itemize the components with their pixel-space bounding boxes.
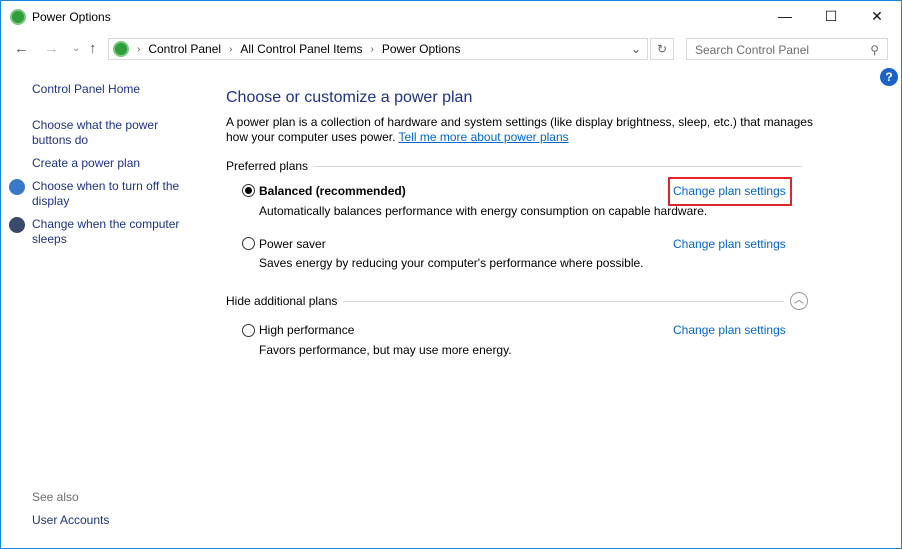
back-button[interactable]: ← bbox=[14, 38, 29, 60]
power-saver-radio[interactable] bbox=[242, 237, 255, 250]
forward-button[interactable]: → bbox=[44, 38, 59, 60]
sleep-link[interactable]: Change when the computer sleeps bbox=[32, 217, 192, 247]
power-buttons-link[interactable]: Choose what the power buttons do bbox=[32, 118, 172, 148]
maximize-button[interactable]: ☐ bbox=[808, 0, 854, 32]
preferred-plans-group: Preferred plans bbox=[226, 159, 802, 173]
sleep-icon bbox=[9, 217, 25, 233]
hide-additional-plans-label[interactable]: Hide additional plans bbox=[226, 294, 337, 308]
plan-name[interactable]: High performance bbox=[259, 323, 354, 337]
change-plan-settings-link[interactable]: Change plan settings bbox=[673, 237, 786, 251]
high-performance-radio[interactable] bbox=[242, 324, 255, 337]
window-title: Power Options bbox=[32, 10, 111, 24]
power-options-icon bbox=[10, 9, 26, 25]
plan-description: Saves energy by reducing your computer's… bbox=[259, 256, 644, 270]
address-bar[interactable]: › Control Panel › All Control Panel Items … bbox=[108, 38, 648, 60]
plan-description: Favors performance, but may use more ene… bbox=[259, 343, 512, 357]
highlight-box bbox=[668, 177, 792, 206]
page-title: Choose or customize a power plan bbox=[226, 89, 473, 106]
turn-off-display-link[interactable]: Choose when to turn off the display bbox=[32, 179, 192, 209]
up-button[interactable]: ↑ bbox=[89, 38, 97, 60]
change-plan-settings-link[interactable]: Change plan settings bbox=[673, 323, 786, 337]
additional-plans-group: Hide additional plans ︿ bbox=[226, 292, 808, 310]
breadcrumb-control-panel[interactable]: Control Panel bbox=[148, 42, 221, 56]
control-panel-home-link[interactable]: Control Panel Home bbox=[32, 82, 202, 97]
plan-description: Automatically balances performance with … bbox=[259, 204, 708, 218]
title-bar: Power Options bbox=[10, 8, 111, 26]
preferred-plans-label: Preferred plans bbox=[226, 159, 309, 173]
breadcrumb-power-options[interactable]: Power Options bbox=[382, 42, 461, 56]
search-placeholder: Search Control Panel bbox=[695, 43, 810, 57]
minimize-button[interactable]: — bbox=[762, 0, 808, 32]
tell-me-more-link[interactable]: Tell me more about power plans bbox=[399, 130, 569, 144]
plan-name[interactable]: Balanced (recommended) bbox=[259, 184, 406, 198]
search-input[interactable]: Search Control Panel ⚲ bbox=[686, 38, 888, 60]
recent-locations-button[interactable]: ⌄ bbox=[72, 38, 80, 60]
search-icon: ⚲ bbox=[870, 43, 879, 57]
create-plan-link[interactable]: Create a power plan bbox=[32, 156, 202, 171]
balanced-radio[interactable] bbox=[242, 184, 255, 197]
breadcrumb-all-items[interactable]: All Control Panel Items bbox=[240, 42, 362, 56]
display-icon bbox=[9, 179, 25, 195]
user-accounts-link[interactable]: User Accounts bbox=[32, 513, 202, 528]
see-also-label: See also bbox=[32, 490, 79, 504]
collapse-icon[interactable]: ︿ bbox=[790, 292, 808, 310]
refresh-button[interactable]: ↻ bbox=[650, 38, 674, 60]
close-button[interactable]: ✕ bbox=[854, 0, 900, 32]
page-description: A power plan is a collection of hardware… bbox=[226, 115, 816, 145]
help-icon[interactable]: ? bbox=[880, 68, 898, 86]
plan-name[interactable]: Power saver bbox=[259, 237, 326, 251]
address-dropdown-icon[interactable]: ⌄ bbox=[631, 42, 641, 56]
power-options-icon bbox=[113, 41, 129, 57]
